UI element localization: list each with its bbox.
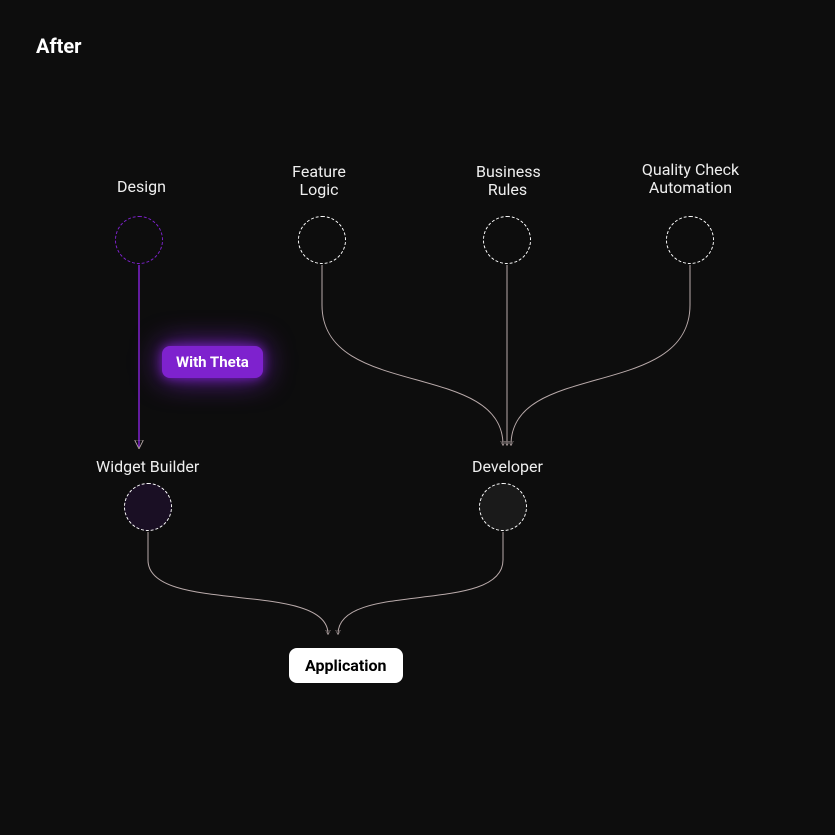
node-developer-label: Developer — [472, 458, 543, 476]
diagram-title: After — [36, 34, 82, 58]
node-quality-check-circle — [666, 216, 714, 264]
node-feature-logic-label: Feature Logic — [291, 163, 347, 200]
diagram-canvas: After Design Feature Logic Business Rule… — [0, 0, 835, 835]
node-feature-logic-circle — [298, 216, 346, 264]
node-business-rules-label: Business Rules — [476, 163, 539, 200]
edge-developer-to-application — [338, 532, 503, 634]
edges-svg — [0, 0, 835, 835]
with-theta-badge: With Theta — [162, 346, 263, 378]
node-design-label: Design — [117, 178, 166, 196]
edge-quality-to-developer — [511, 265, 690, 445]
edge-widget-to-application — [148, 532, 328, 634]
node-widget-builder-label: Widget Builder — [96, 458, 199, 476]
node-widget-builder-circle — [124, 483, 172, 531]
node-application-pill: Application — [289, 648, 403, 683]
node-business-rules-circle — [483, 216, 531, 264]
node-developer-circle — [479, 483, 527, 531]
node-quality-check-label: Quality Check Automation — [640, 161, 741, 198]
node-design-circle — [115, 216, 163, 264]
edge-feature-to-developer — [322, 265, 503, 445]
